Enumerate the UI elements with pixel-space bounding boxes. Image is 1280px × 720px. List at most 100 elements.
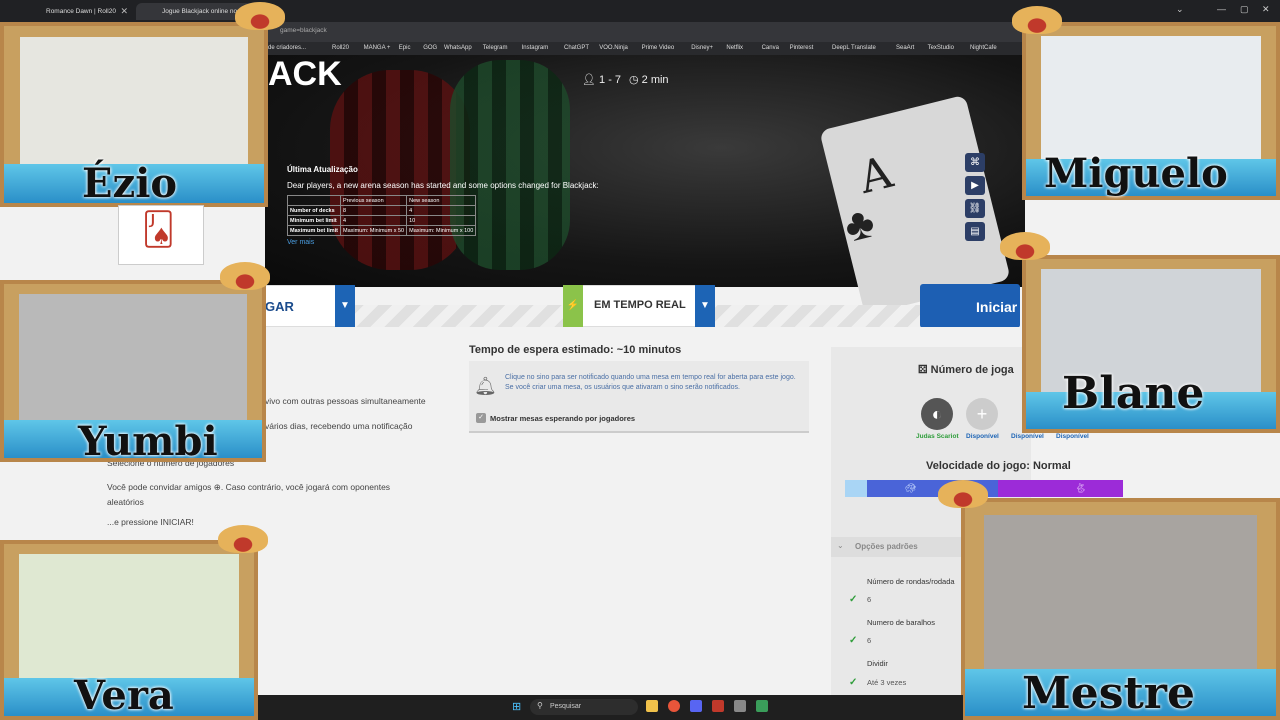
bookmark-item[interactable]: Disney+ — [691, 45, 713, 51]
default-options-label: Opções padrões — [855, 542, 918, 551]
table-cell: Maximum: Minimum x 100 — [406, 225, 477, 236]
option-label: Número de rondas/rodada — [867, 577, 955, 586]
bookmark-item[interactable]: Pinterest — [790, 45, 814, 51]
season-changes-table: Previous season New season Number of deck… — [287, 195, 477, 236]
see-more-link[interactable]: Ver mais — [287, 239, 314, 246]
bookmark-item[interactable]: Instagram — [522, 45, 549, 51]
close-icon[interactable]: ✕ — [1262, 4, 1270, 15]
search-icon: ⚲ — [537, 701, 543, 710]
option-value[interactable]: 6 — [867, 636, 871, 645]
player-name: Judas Scariot — [916, 433, 959, 440]
straw-hat-icon — [938, 480, 988, 508]
image-icon[interactable]: ▤ — [965, 222, 985, 241]
bookmark-item[interactable]: Telegram — [483, 45, 508, 51]
link-icon[interactable]: ⛓ — [965, 199, 985, 218]
table-header — [287, 195, 341, 206]
player-slot-label[interactable]: Disponível — [1011, 433, 1044, 440]
add-player-icon[interactable]: + — [966, 398, 998, 430]
browser-icon[interactable] — [668, 700, 680, 712]
bookmark-item[interactable]: ChatGPT — [564, 45, 589, 51]
app-icon[interactable] — [712, 700, 724, 712]
update-text: Dear players, a new arena season has sta… — [287, 181, 599, 190]
show-waiting-label[interactable]: Mostrar mesas esperando por jogadores — [490, 414, 635, 423]
bookmark-item[interactable]: Roll20 — [332, 45, 349, 51]
table-cell: 8 — [339, 205, 408, 216]
rabbit-icon: 🐇︎ — [1075, 483, 1087, 493]
bookmark-item[interactable]: NightCafe — [970, 45, 997, 51]
webcam-video — [1041, 36, 1261, 159]
option-label: Dividir — [867, 659, 888, 668]
chevron-down-icon[interactable]: ⌄ — [1176, 4, 1184, 15]
speed-title: Velocidade do jogo: Normal — [926, 460, 1071, 472]
bookmark-item[interactable]: VOO.Ninja — [599, 45, 628, 51]
chevron-down-icon[interactable]: ▼ — [335, 285, 355, 327]
duration-stat: ◷ 2 min — [629, 73, 669, 86]
bookmark-item[interactable]: Epic — [399, 45, 411, 51]
app-icon[interactable] — [756, 700, 768, 712]
player-slot-label[interactable]: Disponível — [966, 433, 999, 440]
table-cell: Minimum bet limit — [287, 215, 341, 226]
straw-hat-icon — [1012, 6, 1062, 34]
show-waiting-checkbox[interactable]: ✓ — [476, 413, 486, 423]
avatar[interactable]: ◐ — [921, 398, 953, 430]
bookmark-item[interactable]: Netflix — [726, 45, 743, 51]
bookmark-item[interactable]: Canva — [762, 45, 779, 51]
bookmark-item[interactable]: MANGA + — [364, 45, 391, 51]
option-value[interactable]: 6 — [867, 595, 871, 604]
update-title: Última Atualização — [287, 165, 358, 174]
table-cell: 4 — [406, 205, 477, 216]
gamepad-icon[interactable]: ⌘ — [965, 153, 985, 172]
bookmark-item[interactable]: TexStudio — [928, 45, 954, 51]
game-logo: ACK — [268, 55, 342, 93]
tab-label: Romance Dawn | Roll20 — [46, 8, 116, 15]
streamer-name: Vera — [74, 672, 174, 719]
streamer-name: Blane — [1062, 368, 1205, 419]
play-icon[interactable]: ▶ — [965, 176, 985, 195]
option-label: Numero de baralhos — [867, 618, 935, 627]
start-button[interactable]: Iniciar — [920, 284, 1020, 328]
player-slot-label[interactable]: Disponível — [1056, 433, 1089, 440]
streamer-name: Ézio — [82, 160, 178, 207]
bookmark-item[interactable]: GOG — [423, 45, 437, 51]
players-title-text: Número de joga — [930, 364, 1014, 376]
straw-hat-icon — [235, 2, 285, 30]
check-icon: ✓ — [849, 635, 858, 646]
option-value[interactable]: Até 3 vezes — [867, 678, 906, 687]
bookmark-item[interactable]: de criadores... — [268, 45, 306, 51]
table-row: Previous season New season — [287, 195, 477, 206]
lightning-icon: ⚡ — [563, 285, 583, 327]
table-header: Previous season — [339, 195, 408, 206]
bookmark-item[interactable]: WhatsApp — [444, 45, 472, 51]
webcam-video — [19, 294, 247, 420]
minimize-icon[interactable]: — — [1217, 4, 1226, 14]
windows-start-icon[interactable]: ⊞ — [512, 700, 521, 713]
instruction-line: vivo com outras pessoas simultaneamente — [265, 396, 426, 406]
discord-icon[interactable] — [690, 700, 702, 712]
green-chip-stack — [450, 60, 570, 270]
maximize-icon[interactable]: ▢ — [1240, 4, 1249, 15]
url-text[interactable]: game=blackjack — [280, 27, 327, 34]
bookmark-item[interactable]: SeaArt — [896, 45, 914, 51]
players-range: 1 - 7 — [599, 74, 622, 86]
duration-value: 2 min — [641, 74, 669, 86]
clock-icon: ◷ — [629, 74, 642, 86]
notification-text: Clique no sino para ser notificado quand… — [505, 374, 796, 391]
folder-icon[interactable] — [646, 700, 658, 712]
app-icon[interactable] — [734, 700, 746, 712]
close-icon[interactable]: ✕ — [120, 6, 128, 17]
chevron-down-icon[interactable]: ⌄ — [837, 541, 844, 550]
streamer-name: Yumbi — [78, 418, 218, 465]
taskbar-search[interactable]: Pesquisar — [530, 699, 638, 715]
chevron-down-icon[interactable]: ▼ — [695, 285, 715, 327]
bookmark-item[interactable]: DeepL Translate — [832, 45, 876, 51]
browser-tab-roll20[interactable]: Romance Dawn | Roll20 ✕ — [20, 3, 134, 20]
jack-card-icon: 🂫 — [142, 211, 175, 247]
check-icon: ✓ — [849, 677, 858, 688]
turtle-icon: 🐢︎ — [905, 483, 917, 493]
bookmark-item[interactable]: Prime Video — [642, 45, 675, 51]
players-stat: 👤︎ 1 - 7 — [582, 73, 621, 86]
instruction-line: vários dias, recebendo uma notificação — [265, 421, 413, 431]
table-row: Maximum bet limit Maximum: Minimum x 50 Ma… — [287, 225, 477, 236]
user-icon: 👤︎ — [582, 74, 600, 86]
bell-icon[interactable]: 🔔︎ — [474, 376, 497, 397]
